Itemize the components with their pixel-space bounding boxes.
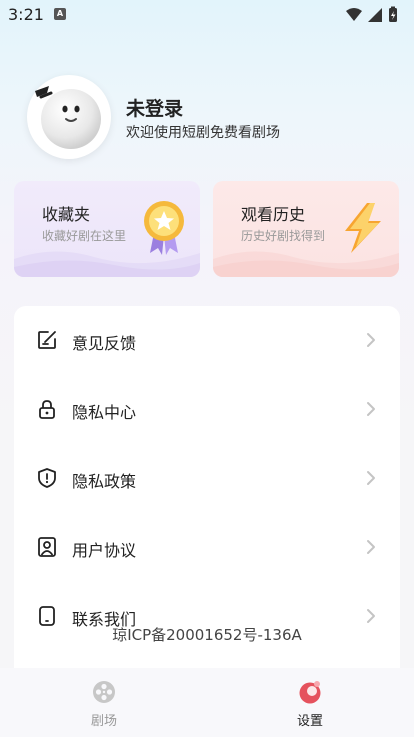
menu-item-privacy-policy[interactable]: 隐私政策 xyxy=(14,451,400,507)
signal-icon xyxy=(368,8,382,22)
menu-item-feedback[interactable]: 意见反馈 xyxy=(14,313,400,369)
menu-label-privacy-policy: 隐私政策 xyxy=(72,472,137,491)
feedback-icon xyxy=(38,331,56,349)
icp-license-text: 琼ICP备20001652号-136A xyxy=(112,626,302,644)
avatar[interactable] xyxy=(27,75,111,159)
chevron-right-icon xyxy=(367,540,375,554)
menu-label-feedback: 意见反馈 xyxy=(72,334,137,353)
film-reel-icon xyxy=(93,681,115,703)
favorites-title: 收藏夹 xyxy=(42,205,91,224)
lock-icon xyxy=(39,400,55,419)
settings-tab-icon xyxy=(299,681,321,704)
shield-icon xyxy=(38,468,56,488)
bottom-tab-bar: 剧场 设置 xyxy=(0,668,414,737)
menu-label-privacy-center: 隐私中心 xyxy=(72,403,137,422)
medal-icon xyxy=(144,201,184,255)
chevron-right-icon xyxy=(367,333,375,347)
history-card[interactable]: 观看历史 历史好剧找得到 xyxy=(213,181,399,277)
username[interactable]: 未登录 xyxy=(126,94,183,121)
status-bar: 3:21 A xyxy=(0,0,414,30)
notification-icon: A xyxy=(54,8,66,20)
battery-icon xyxy=(389,6,397,22)
welcome-text: 欢迎使用短剧免费看剧场 xyxy=(126,125,280,141)
menu-label-user-agreement: 用户协议 xyxy=(72,541,137,560)
settings-menu: 意见反馈 隐私中心 隐私政策 用户协议 联系我们 xyxy=(14,306,400,668)
favorites-subtitle: 收藏好剧在这里 xyxy=(42,229,127,243)
chevron-right-icon xyxy=(367,609,375,623)
status-time: 3:21 xyxy=(8,5,44,24)
tab-theater[interactable]: 剧场 xyxy=(54,668,154,729)
history-subtitle: 历史好剧找得到 xyxy=(241,229,326,243)
tab-settings[interactable]: 设置 xyxy=(260,668,360,729)
favorites-card[interactable]: 收藏夹 收藏好剧在这里 xyxy=(14,181,200,277)
chevron-right-icon xyxy=(367,402,375,416)
chevron-right-icon xyxy=(367,471,375,485)
status-icons xyxy=(346,6,397,22)
history-title: 观看历史 xyxy=(241,205,306,224)
wifi-icon xyxy=(346,8,362,21)
tab-label-settings: 设置 xyxy=(296,714,323,729)
menu-item-user-agreement[interactable]: 用户协议 xyxy=(14,520,400,576)
lightning-icon xyxy=(345,203,381,253)
tab-label-theater: 剧场 xyxy=(90,714,117,729)
menu-item-privacy-center[interactable]: 隐私中心 xyxy=(14,382,400,438)
avatar-ghost-icon xyxy=(35,86,101,149)
agreement-icon xyxy=(38,537,56,557)
